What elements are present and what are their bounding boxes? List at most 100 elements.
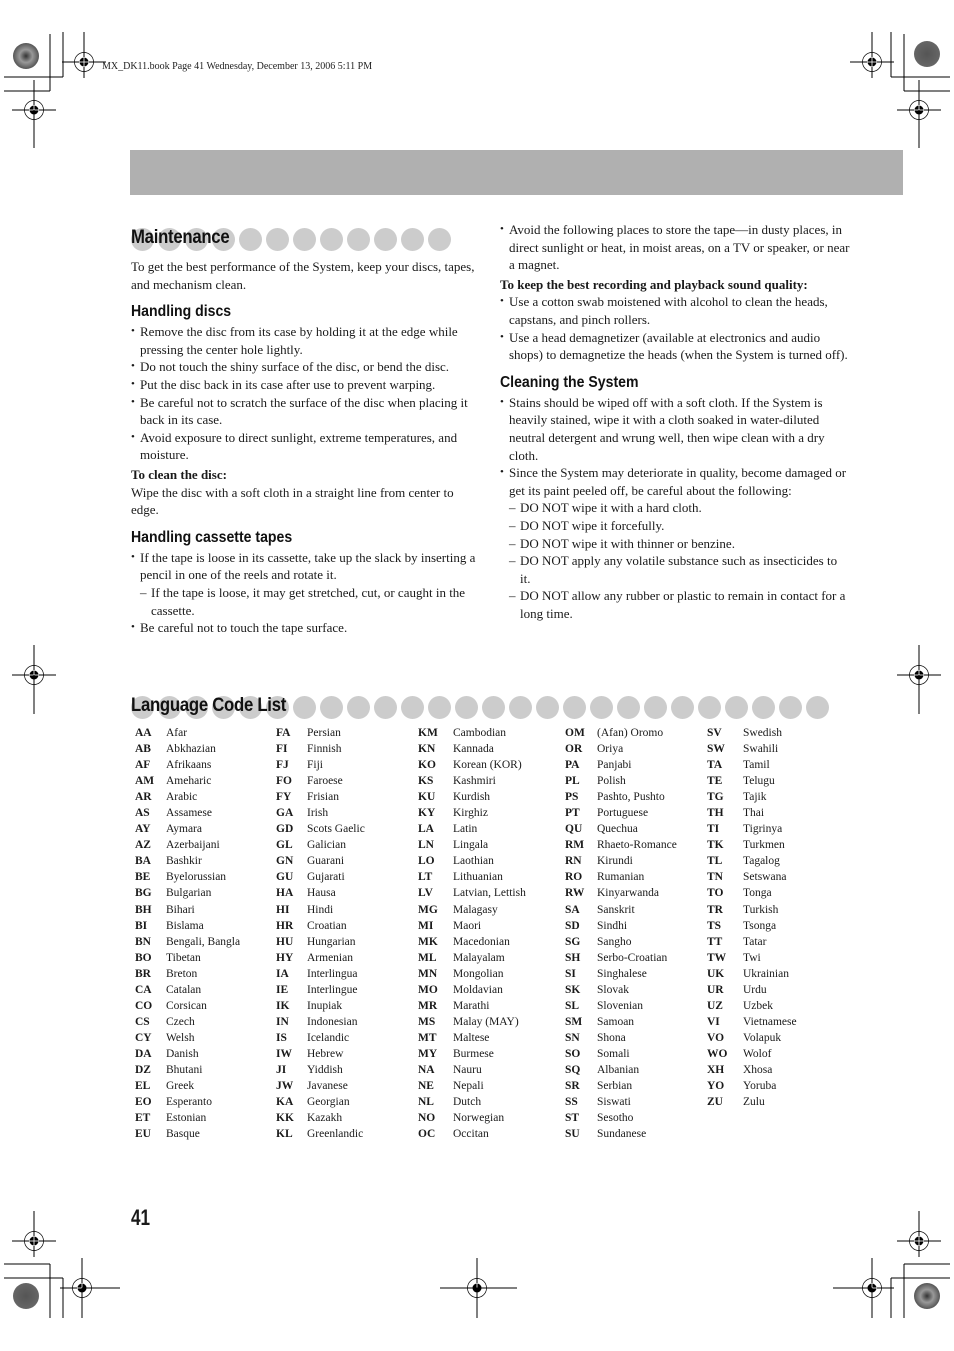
- language-row: KK Kazakh: [276, 1110, 365, 1126]
- language-code: SR: [565, 1080, 580, 1093]
- language-name: Occitan: [453, 1128, 489, 1141]
- language-row: KA Georgian: [276, 1094, 365, 1110]
- language-name: Kazakh: [307, 1112, 343, 1125]
- language-name: Kirundi: [597, 855, 633, 868]
- language-row: OM (Afan) Oromo: [565, 725, 677, 741]
- language-name: Setswana: [743, 871, 787, 884]
- language-code: EO: [135, 1096, 152, 1109]
- language-code: SV: [707, 727, 722, 739]
- language-name: Nepali: [453, 1080, 484, 1093]
- language-row: FJ Fiji: [276, 757, 365, 773]
- language-code: AB: [135, 743, 151, 756]
- language-name: Albanian: [597, 1063, 640, 1076]
- language-row: DA Danish: [135, 1046, 240, 1062]
- language-row: QU Quechua: [565, 821, 677, 837]
- language-code: AR: [135, 791, 152, 804]
- language-name: Arabic: [166, 791, 198, 804]
- language-code: HR: [276, 919, 294, 932]
- language-row: MS Malay (MAY): [418, 1014, 526, 1030]
- language-name: Basque: [166, 1128, 200, 1141]
- language-row: IN Indonesian: [276, 1014, 365, 1030]
- language-name: Lingala: [453, 839, 489, 852]
- language-name: Latin: [453, 823, 478, 836]
- language-code: XH: [707, 1063, 725, 1076]
- language-name: Yiddish: [307, 1063, 343, 1076]
- language-row: BG Bulgarian: [135, 885, 240, 901]
- language-row: BA Bashkir: [135, 853, 240, 869]
- language-code: SI: [565, 967, 576, 980]
- list-item: Use a head demagnetizer (available at el…: [500, 329, 850, 364]
- maintenance-left-column: To get the best performance of the Syste…: [131, 258, 481, 637]
- language-name: Greenlandic: [307, 1128, 364, 1141]
- language-code: SU: [565, 1128, 580, 1141]
- language-row: PT Portuguese: [565, 805, 677, 821]
- language-name: Burmese: [453, 1047, 494, 1060]
- language-code: GU: [276, 871, 294, 884]
- language-code: AY: [135, 823, 151, 836]
- language-row: UR Urdu: [707, 982, 797, 998]
- list-item: Avoid exposure to direct sunlight, extre…: [131, 429, 481, 464]
- list-subitem: If the tape is loose, it may get stretch…: [131, 584, 481, 619]
- list-item: Be careful not to scratch the surface of…: [131, 394, 481, 429]
- handling-tapes-title: Handling cassette tapes: [131, 528, 293, 546]
- language-code: HA: [276, 887, 294, 900]
- language-row: MR Marathi: [418, 998, 526, 1014]
- language-name: Armenian: [307, 951, 353, 964]
- language-row: KN Kannada: [418, 741, 526, 757]
- language-code: IE: [276, 983, 289, 996]
- language-name: Tamil: [743, 759, 770, 772]
- language-row: IE Interlingue: [276, 982, 365, 998]
- list-item: Avoid the following places to store the …: [500, 221, 850, 274]
- language-name: Corsican: [166, 999, 207, 1012]
- language-row: SU Sundanese: [565, 1126, 677, 1142]
- language-row: SO Somali: [565, 1046, 677, 1062]
- language-row: BO Tibetan: [135, 950, 240, 966]
- language-code: LO: [418, 855, 435, 868]
- language-code: TG: [707, 791, 724, 804]
- language-name: Inupiak: [307, 999, 343, 1012]
- language-row: JI Yiddish: [276, 1062, 365, 1078]
- language-row: BN Bengali, Bangla: [135, 934, 240, 950]
- language-code: IS: [276, 1031, 287, 1044]
- list-item: Use a cotton swab moistened with alcohol…: [500, 293, 850, 328]
- language-name: Bulgarian: [166, 887, 212, 900]
- language-row: KM Cambodian: [418, 725, 526, 741]
- language-row: BE Byelorussian: [135, 869, 240, 885]
- corner-target-top-right-icon: [914, 41, 940, 67]
- language-name: Samoan: [597, 1015, 635, 1028]
- language-row: AM Ameharic: [135, 773, 240, 789]
- language-row: IK Inupiak: [276, 998, 365, 1014]
- language-name: Tigrinya: [743, 823, 783, 836]
- language-code: IA: [276, 967, 289, 980]
- language-row: NE Nepali: [418, 1078, 526, 1094]
- language-name: Swahili: [743, 743, 779, 756]
- language-row: CO Corsican: [135, 998, 240, 1014]
- sound-quality-heading: To keep the best recording and playback …: [500, 276, 808, 292]
- language-row: TS Tsonga: [707, 918, 797, 934]
- language-row: LO Laothian: [418, 853, 526, 869]
- language-row: SA Sanskrit: [565, 902, 677, 918]
- language-code: MI: [418, 919, 434, 932]
- language-row: SL Slovenian: [565, 998, 677, 1014]
- language-name: Sangho: [597, 935, 632, 948]
- language-row: EL Greek: [135, 1078, 240, 1094]
- language-name: Serbian: [597, 1080, 633, 1093]
- language-code: RO: [565, 871, 583, 884]
- language-row: ZU Zulu: [707, 1094, 797, 1110]
- language-code: AA: [135, 727, 152, 739]
- language-name: Kannada: [453, 743, 494, 756]
- language-row: BR Breton: [135, 966, 240, 982]
- language-row: RN Kirundi: [565, 853, 677, 869]
- language-name: Kirghiz: [453, 807, 488, 820]
- language-row: MO Moldavian: [418, 982, 526, 998]
- language-row: TA Tamil: [707, 757, 797, 773]
- list-item: Remove the disc from its case by holding…: [131, 323, 481, 358]
- language-row: HR Croatian: [276, 918, 365, 934]
- language-code: FJ: [276, 759, 289, 772]
- language-code: NE: [418, 1080, 434, 1093]
- language-name: Irish: [307, 807, 329, 820]
- language-code: BH: [135, 903, 152, 916]
- language-code: PS: [565, 791, 579, 804]
- list-subitem: DO NOT apply any volatile substance such…: [500, 552, 850, 587]
- language-name: Javanese: [307, 1080, 348, 1093]
